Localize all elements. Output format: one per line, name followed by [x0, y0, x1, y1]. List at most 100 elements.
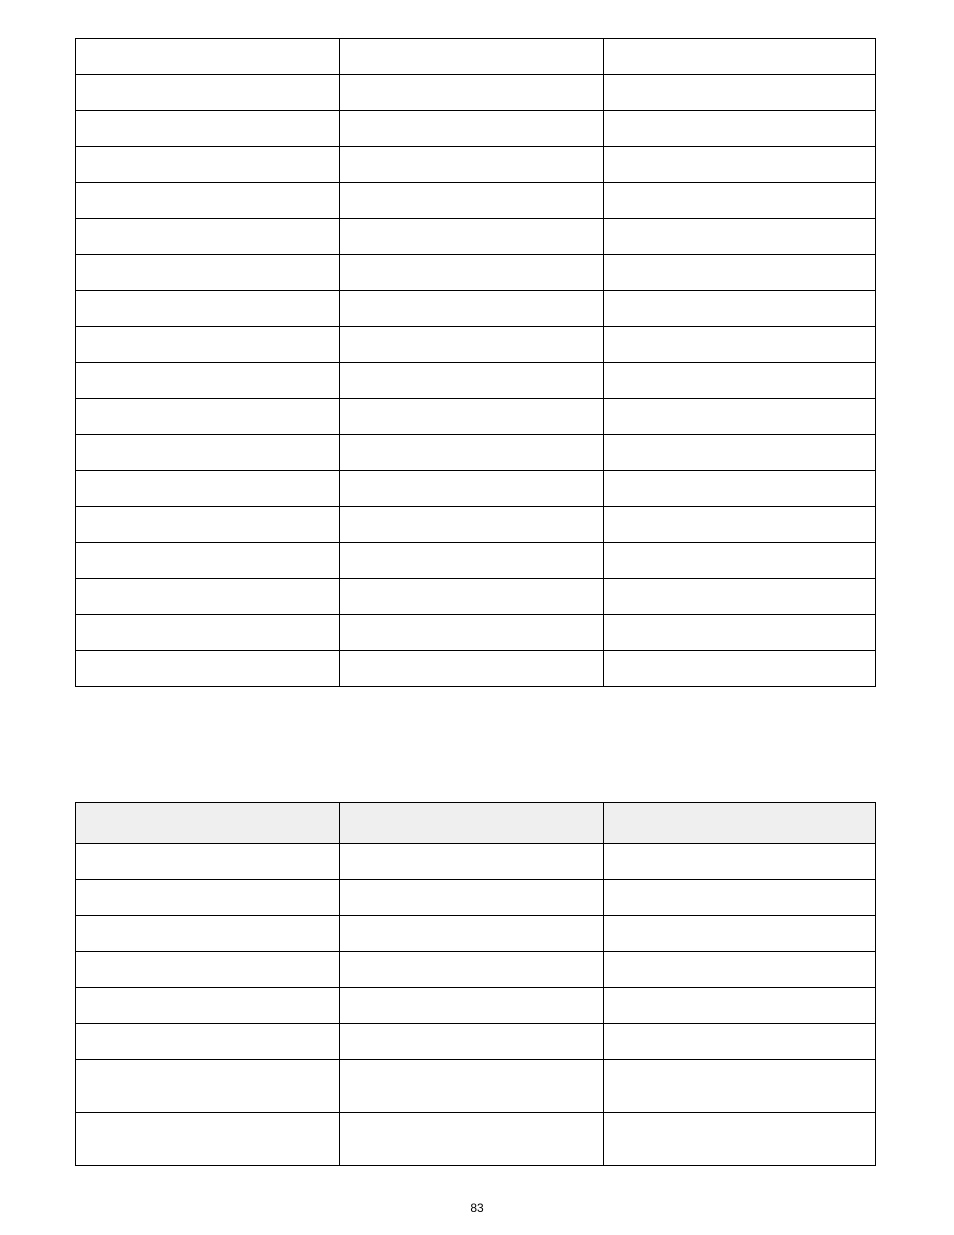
table-header-cell [604, 803, 876, 844]
table-row [76, 363, 876, 399]
table-header-cell [76, 803, 340, 844]
table-cell [340, 615, 604, 651]
table-cell [340, 435, 604, 471]
table-cell [76, 435, 340, 471]
table-cell [76, 952, 340, 988]
table-row [76, 399, 876, 435]
table-cell [604, 1060, 876, 1113]
table-cell [76, 844, 340, 880]
table-cell [340, 219, 604, 255]
table-cell [340, 147, 604, 183]
table-row [76, 291, 876, 327]
table-row [76, 952, 876, 988]
table-row [76, 471, 876, 507]
table-row [76, 916, 876, 952]
table-cell [604, 435, 876, 471]
table-row [76, 147, 876, 183]
table-cell [604, 183, 876, 219]
table-row [76, 111, 876, 147]
table-row [76, 1024, 876, 1060]
table-cell [340, 916, 604, 952]
table-cell [76, 147, 340, 183]
table-header-row [76, 803, 876, 844]
table-cell [340, 844, 604, 880]
table-row [76, 579, 876, 615]
table-header-cell [340, 803, 604, 844]
table-cell [76, 651, 340, 687]
table-cell [76, 363, 340, 399]
table-cell [340, 399, 604, 435]
top-table [75, 38, 876, 687]
table-cell [340, 543, 604, 579]
table-cell [604, 543, 876, 579]
table-cell [340, 471, 604, 507]
table-cell [76, 1060, 340, 1113]
table-cell [604, 952, 876, 988]
table-cell [76, 255, 340, 291]
table-row [76, 988, 876, 1024]
table-row [76, 651, 876, 687]
table-cell [76, 1024, 340, 1060]
table-cell [604, 579, 876, 615]
table-cell [340, 1060, 604, 1113]
table-cell [340, 1113, 604, 1166]
table-cell [340, 952, 604, 988]
table-cell [604, 219, 876, 255]
table-cell [340, 363, 604, 399]
table-row [76, 75, 876, 111]
table-cell [340, 507, 604, 543]
table-cell [604, 75, 876, 111]
table-cell [604, 615, 876, 651]
table-cell [604, 147, 876, 183]
table-cell [76, 471, 340, 507]
table-row [76, 39, 876, 75]
table-cell [340, 111, 604, 147]
table-cell [76, 988, 340, 1024]
section-gap [75, 687, 876, 802]
table-cell [76, 880, 340, 916]
table-row [76, 1113, 876, 1166]
table-cell [340, 183, 604, 219]
table-cell [604, 880, 876, 916]
table-row [76, 1060, 876, 1113]
table-cell [76, 111, 340, 147]
bottom-table [75, 802, 876, 1166]
table-cell [340, 39, 604, 75]
table-cell [604, 844, 876, 880]
table-row [76, 507, 876, 543]
table-row [76, 615, 876, 651]
table-cell [340, 988, 604, 1024]
table-cell [76, 39, 340, 75]
table-cell [76, 579, 340, 615]
table-cell [76, 916, 340, 952]
table-row [76, 219, 876, 255]
table-cell [604, 255, 876, 291]
table-cell [76, 291, 340, 327]
table-cell [604, 327, 876, 363]
table-cell [76, 1113, 340, 1166]
table-cell [604, 507, 876, 543]
table-cell [604, 1024, 876, 1060]
table-cell [76, 507, 340, 543]
table-row [76, 255, 876, 291]
table-cell [340, 255, 604, 291]
table-row [76, 183, 876, 219]
table-row [76, 435, 876, 471]
table-cell [604, 651, 876, 687]
table-cell [76, 219, 340, 255]
table-row [76, 844, 876, 880]
table-cell [604, 399, 876, 435]
table-cell [76, 615, 340, 651]
table-cell [604, 471, 876, 507]
table-cell [76, 183, 340, 219]
table-cell [76, 543, 340, 579]
table-cell [340, 880, 604, 916]
table-cell [76, 327, 340, 363]
table-cell [604, 988, 876, 1024]
table-cell [604, 1113, 876, 1166]
page-number: 83 [0, 1201, 954, 1215]
table-cell [340, 651, 604, 687]
table-cell [340, 579, 604, 615]
table-cell [604, 916, 876, 952]
table-cell [604, 291, 876, 327]
